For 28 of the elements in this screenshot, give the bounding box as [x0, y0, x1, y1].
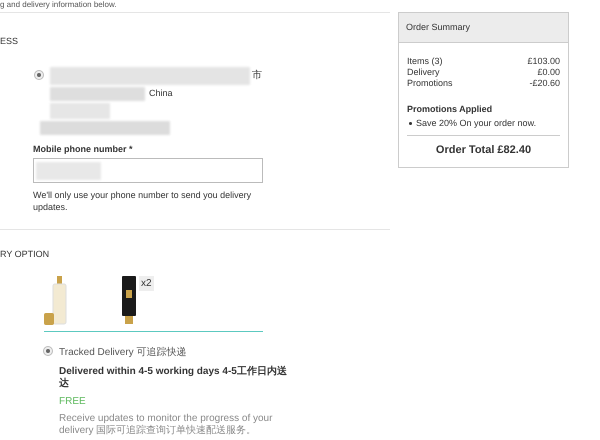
summary-value: £0.00 [537, 67, 560, 78]
phone-note: We'll only use your phone number to send you delivery updates. [33, 189, 252, 213]
delivery-description: Receive updates to monitor the progress of your delivery 国际可追踪查询订单快速配送服务。 [59, 412, 274, 436]
city-text: 市 [252, 68, 262, 83]
quantity-badge: x2 [139, 276, 154, 290]
radio-button[interactable] [34, 70, 44, 80]
order-total: Order Total £82.40 [436, 143, 532, 158]
promotion-text: Save 20% On your order now. [416, 116, 536, 130]
radio-button[interactable] [43, 346, 53, 356]
summary-label: Items (3) [407, 56, 443, 67]
phone-label: Mobile phone number * [33, 142, 134, 156]
summary-label: Delivery [407, 67, 440, 78]
bullet-icon [409, 122, 412, 125]
delivery-price: FREE [59, 394, 87, 408]
country-text: China [149, 86, 173, 100]
promotions-heading: Promotions Applied [407, 103, 494, 116]
intro-text: g and delivery information below. [0, 0, 117, 9]
summary-title: Order Summary [406, 20, 470, 34]
summary-label: Promotions [407, 78, 453, 89]
section-heading: ESS [0, 35, 20, 48]
delivery-timing: Delivered within 4-5 working days 4-5工作日内送达 [59, 366, 288, 390]
summary-value: £103.00 [527, 56, 560, 67]
delivery-name: Tracked Delivery 可追踪快递 [59, 346, 188, 360]
summary-value: -£20.60 [529, 78, 560, 89]
tube-drawing [122, 276, 136, 324]
section-heading: RY OPTION [0, 248, 50, 261]
blurred-address [50, 102, 110, 118]
phone-field[interactable] [33, 158, 263, 183]
